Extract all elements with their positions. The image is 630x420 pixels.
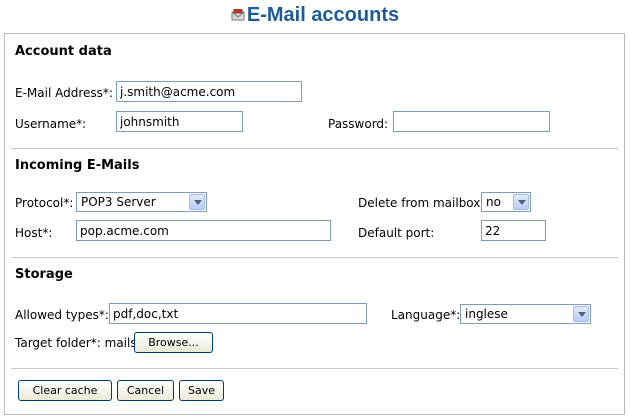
clear-cache-button[interactable]: Clear cache: [18, 380, 112, 401]
email-label: E-Mail Address*:: [15, 86, 113, 100]
browse-button[interactable]: Browse...: [134, 332, 213, 353]
username-label: Username*:: [15, 117, 87, 131]
page-title: E-Mail accounts: [0, 4, 630, 27]
save-button[interactable]: Save: [179, 380, 224, 401]
chevron-down-icon[interactable]: [189, 194, 205, 210]
account-section-title: Account data: [15, 44, 112, 59]
section-divider: [11, 257, 618, 258]
incoming-section-title: Incoming E-Mails: [15, 158, 140, 173]
protocol-label: Protocol*:: [15, 196, 74, 210]
protocol-select[interactable]: POP3 Server: [76, 192, 207, 212]
email-account-form: Account data E-Mail Address*: Username*:…: [4, 33, 625, 415]
chevron-down-icon[interactable]: [573, 306, 589, 322]
password-field[interactable]: [393, 111, 550, 132]
storage-section-title: Storage: [15, 267, 73, 282]
language-select-value: inglese: [465, 307, 508, 321]
host-label: Host*:: [15, 226, 53, 240]
delete-from-mailbox-select[interactable]: no: [481, 192, 531, 212]
default-port-label: Default port:: [358, 226, 435, 240]
language-label: Language*:: [391, 308, 461, 322]
protocol-select-value: POP3 Server: [81, 195, 156, 209]
username-field[interactable]: [116, 111, 243, 132]
mail-icon: [231, 4, 245, 21]
default-port-field[interactable]: [481, 220, 546, 241]
target-folder-label: Target folder*: mails: [15, 336, 137, 350]
language-select[interactable]: inglese: [460, 304, 591, 324]
section-divider: [11, 368, 618, 369]
delete-from-mailbox-label: Delete from mailbox:: [358, 196, 485, 210]
allowed-types-field[interactable]: [109, 303, 367, 324]
section-divider: [11, 148, 618, 149]
chevron-down-icon[interactable]: [513, 194, 529, 210]
page-title-text: E-Mail accounts: [246, 4, 400, 26]
allowed-types-label: Allowed types*:: [15, 308, 109, 322]
cancel-button[interactable]: Cancel: [117, 380, 174, 401]
host-field[interactable]: [76, 220, 331, 241]
password-label: Password:: [328, 117, 389, 131]
delete-from-mailbox-value: no: [486, 195, 501, 209]
email-field[interactable]: [116, 81, 302, 102]
